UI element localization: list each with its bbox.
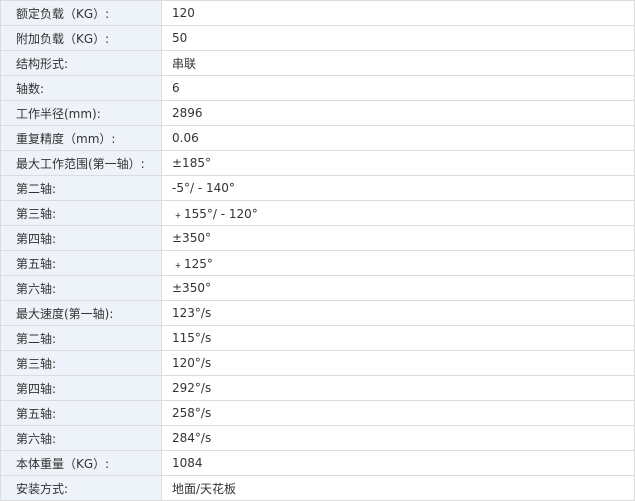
row-value: 284°/s: [161, 425, 635, 451]
row-label: 附加负载（KG）:: [0, 25, 162, 51]
table-row: 工作半径(mm): 2896: [0, 100, 635, 126]
table-row: 最大速度(第一轴): 123°/s: [0, 300, 635, 326]
row-label: 本体重量（KG）:: [0, 450, 162, 476]
table-row: 第六轴: 284°/s: [0, 425, 635, 451]
row-label: 第六轴:: [0, 425, 162, 451]
row-value: 120: [161, 0, 635, 26]
row-label: 额定负载（KG）:: [0, 0, 162, 26]
table-row: 第二轴: -5°/ - 140°: [0, 175, 635, 201]
table-row: 轴数: 6: [0, 75, 635, 101]
table-row: 第六轴: ±350°: [0, 275, 635, 301]
row-value: 258°/s: [161, 400, 635, 426]
row-value: 120°/s: [161, 350, 635, 376]
row-label: 最大速度(第一轴):: [0, 300, 162, 326]
row-label: 第二轴:: [0, 175, 162, 201]
row-label: 第四轴:: [0, 225, 162, 251]
row-value: 6: [161, 75, 635, 101]
row-value: 292°/s: [161, 375, 635, 401]
row-label: 安装方式:: [0, 475, 162, 501]
table-row: 第四轴: ±350°: [0, 225, 635, 251]
row-value: 115°/s: [161, 325, 635, 351]
row-value: ﹢155°/ - 120°: [161, 200, 635, 226]
row-value: 50: [161, 25, 635, 51]
row-value: 串联: [161, 50, 635, 76]
table-row: 第三轴: ﹢155°/ - 120°: [0, 200, 635, 226]
spec-table-body: 额定负载（KG）: 120 附加负载（KG）: 50 结构形式: 串联 轴数: 6 工作…: [0, 0, 635, 501]
row-label: 第五轴:: [0, 400, 162, 426]
table-row: 重复精度（mm）: 0.06: [0, 125, 635, 151]
row-value: 1084: [161, 450, 635, 476]
row-label: 最大工作范围(第一轴）:: [0, 150, 162, 176]
table-row: 附加负载（KG）: 50: [0, 25, 635, 51]
table-row: 本体重量（KG）: 1084: [0, 450, 635, 476]
row-label: 轴数:: [0, 75, 162, 101]
row-label: 第三轴:: [0, 350, 162, 376]
table-row: 最大工作范围(第一轴）: ±185°: [0, 150, 635, 176]
row-value: 123°/s: [161, 300, 635, 326]
row-value: ±350°: [161, 275, 635, 301]
spec-table: 额定负载（KG）: 120 附加负载（KG）: 50 结构形式: 串联 轴数: 6 工作…: [0, 0, 635, 501]
row-value: 2896: [161, 100, 635, 126]
row-value: 地面/天花板: [161, 475, 635, 501]
table-row: 第四轴: 292°/s: [0, 375, 635, 401]
row-label: 第五轴:: [0, 250, 162, 276]
table-row: 第二轴: 115°/s: [0, 325, 635, 351]
row-value: ±350°: [161, 225, 635, 251]
table-row: 额定负载（KG）: 120: [0, 0, 635, 26]
row-label: 工作半径(mm):: [0, 100, 162, 126]
row-label: 第二轴:: [0, 325, 162, 351]
table-row: 安装方式: 地面/天花板: [0, 475, 635, 501]
row-label: 重复精度（mm）:: [0, 125, 162, 151]
row-label: 第四轴:: [0, 375, 162, 401]
row-value: -5°/ - 140°: [161, 175, 635, 201]
table-row: 第五轴: 258°/s: [0, 400, 635, 426]
row-value: ±185°: [161, 150, 635, 176]
row-value: 0.06: [161, 125, 635, 151]
row-label: 第六轴:: [0, 275, 162, 301]
row-label: 第三轴:: [0, 200, 162, 226]
row-value: ﹢125°: [161, 250, 635, 276]
table-row: 第五轴: ﹢125°: [0, 250, 635, 276]
row-label: 结构形式:: [0, 50, 162, 76]
table-row: 结构形式: 串联: [0, 50, 635, 76]
table-row: 第三轴: 120°/s: [0, 350, 635, 376]
